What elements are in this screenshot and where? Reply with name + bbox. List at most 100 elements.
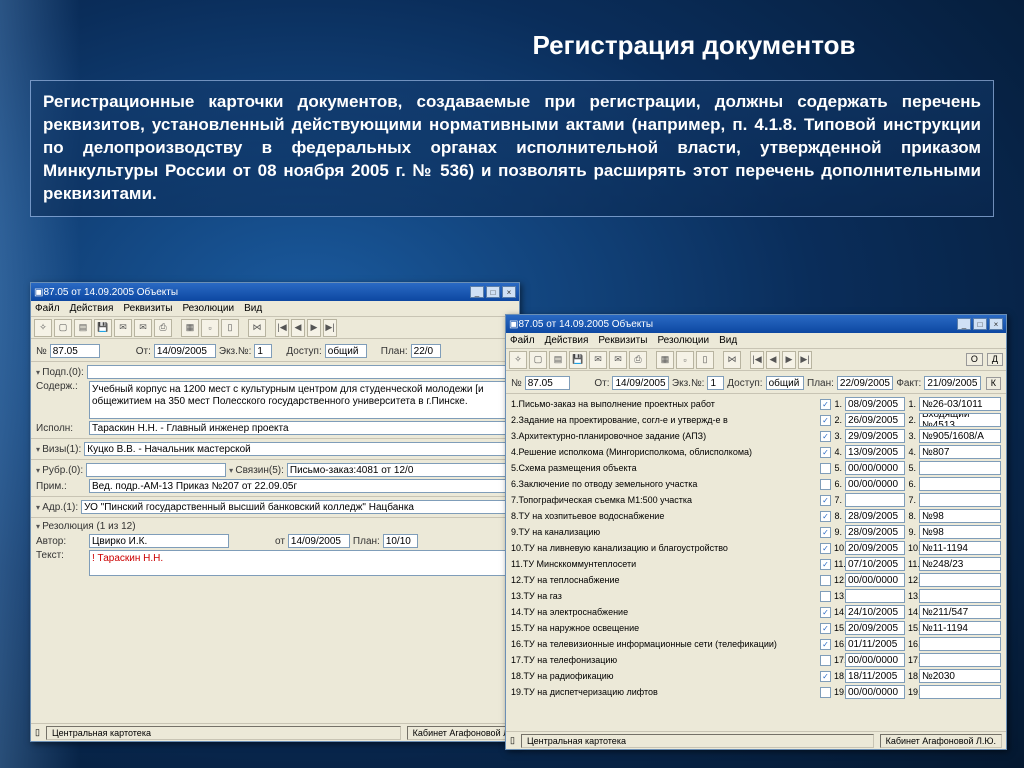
req-checkbox[interactable] <box>820 479 831 490</box>
req-checkbox[interactable] <box>820 591 831 602</box>
plan-input[interactable]: 22/0 <box>411 344 441 358</box>
tool-card-icon[interactable]: ▤ <box>549 351 567 369</box>
menu-view[interactable]: Вид <box>719 335 737 346</box>
tool-open-icon[interactable]: ▢ <box>54 319 72 337</box>
maximize-button[interactable]: □ <box>973 318 987 330</box>
menu-requisites[interactable]: Реквизиты <box>598 335 647 346</box>
req-date-input[interactable]: 18/11/2005 <box>845 669 905 683</box>
req-checkbox[interactable]: ✓ <box>820 511 831 522</box>
menu-actions[interactable]: Действия <box>545 335 589 346</box>
req-checkbox[interactable]: ✓ <box>820 559 831 570</box>
nav-last-icon[interactable]: ▶| <box>798 351 812 369</box>
access-input[interactable]: общий <box>325 344 367 358</box>
svyazin-label[interactable]: Связин(5): <box>229 465 284 476</box>
tool-open-icon[interactable]: ▢ <box>529 351 547 369</box>
ekz-input[interactable]: 1 <box>707 376 724 390</box>
rubr-label[interactable]: Рубр.(0): <box>36 465 83 476</box>
req-date-input[interactable]: 26/09/2005 <box>845 413 905 427</box>
req-ref-input[interactable] <box>919 493 1001 507</box>
req-ref-input[interactable] <box>919 477 1001 491</box>
req-date-input[interactable]: 24/10/2005 <box>845 605 905 619</box>
resplan-input[interactable]: 10/10 <box>383 534 418 548</box>
tool-attach-icon[interactable]: ▯ <box>221 319 239 337</box>
req-date-input[interactable] <box>845 589 905 603</box>
date-input[interactable]: 14/09/2005 <box>154 344 216 358</box>
req-checkbox[interactable]: ✓ <box>820 447 831 458</box>
req-date-input[interactable]: 20/09/2005 <box>845 541 905 555</box>
btn-k[interactable]: К <box>986 377 1001 390</box>
req-date-input[interactable]: 00/00/0000 <box>845 573 905 587</box>
tool-link-icon[interactable]: ⋈ <box>723 351 741 369</box>
req-date-input[interactable] <box>845 493 905 507</box>
tool-attach-icon[interactable]: ▯ <box>696 351 714 369</box>
req-ref-input[interactable]: №2030 <box>919 669 1001 683</box>
tool-view-icon[interactable]: ▫ <box>201 319 219 337</box>
tool-mail-icon[interactable]: ✉ <box>589 351 607 369</box>
tool-view-icon[interactable]: ▫ <box>676 351 694 369</box>
req-date-input[interactable]: 01/11/2005 <box>845 637 905 651</box>
fakt-input[interactable]: 21/09/2005 <box>924 376 980 390</box>
menu-resolutions[interactable]: Резолюции <box>657 335 709 346</box>
menu-view[interactable]: Вид <box>244 303 262 314</box>
req-ref-input[interactable] <box>919 573 1001 587</box>
req-date-input[interactable]: 08/09/2005 <box>845 397 905 411</box>
req-checkbox[interactable]: ✓ <box>820 543 831 554</box>
req-checkbox[interactable]: ✓ <box>820 671 831 682</box>
resdate-input[interactable]: 14/09/2005 <box>288 534 350 548</box>
tool-print-icon[interactable]: ⎙ <box>629 351 647 369</box>
svyazin-input[interactable]: Письмо-заказ:4081 от 12/0 <box>287 463 514 477</box>
nav-first-icon[interactable]: |◀ <box>275 319 289 337</box>
req-date-input[interactable]: 13/09/2005 <box>845 445 905 459</box>
req-ref-input[interactable]: №807 <box>919 445 1001 459</box>
nav-next-icon[interactable]: ▶ <box>307 319 321 337</box>
vizy-input[interactable]: Куцко В.В. - Начальник мастерской <box>84 442 514 456</box>
menu-resolutions[interactable]: Резолюции <box>182 303 234 314</box>
podp-input[interactable] <box>87 365 514 379</box>
nav-first-icon[interactable]: |◀ <box>750 351 764 369</box>
req-checkbox[interactable]: ✓ <box>820 399 831 410</box>
titlebar-2[interactable]: ▣ 87.05 от 14.09.2005 Объекты _ □ × <box>506 315 1006 333</box>
req-date-input[interactable]: 00/00/0000 <box>845 653 905 667</box>
tool-mail2-icon[interactable]: ✉ <box>609 351 627 369</box>
date-input[interactable]: 14/09/2005 <box>612 376 668 390</box>
tool-prop-icon[interactable]: ▦ <box>181 319 199 337</box>
tool-prop-icon[interactable]: ▦ <box>656 351 674 369</box>
req-date-input[interactable]: 20/09/2005 <box>845 621 905 635</box>
req-date-input[interactable]: 00/00/0000 <box>845 685 905 699</box>
req-ref-input[interactable] <box>919 653 1001 667</box>
nav-next-icon[interactable]: ▶ <box>782 351 796 369</box>
req-ref-input[interactable]: №11-1194 <box>919 541 1001 555</box>
rubr-input[interactable] <box>86 463 226 477</box>
tool-save-icon[interactable]: 💾 <box>569 351 587 369</box>
req-ref-input[interactable] <box>919 461 1001 475</box>
num-input[interactable]: 87.05 <box>50 344 100 358</box>
req-checkbox[interactable] <box>820 575 831 586</box>
close-button[interactable]: × <box>502 286 516 298</box>
menu-file[interactable]: Файл <box>35 303 60 314</box>
plan-input[interactable]: 22/09/2005 <box>837 376 893 390</box>
podp-label[interactable]: Подп.(0): <box>36 367 84 378</box>
menu-actions[interactable]: Действия <box>70 303 114 314</box>
titlebar-1[interactable]: ▣ 87.05 от 14.09.2005 Объекты _ □ × <box>31 283 519 301</box>
req-date-input[interactable]: 07/10/2005 <box>845 557 905 571</box>
tool-new-icon[interactable]: ✧ <box>34 319 52 337</box>
req-ref-input[interactable] <box>919 637 1001 651</box>
req-date-input[interactable]: 29/09/2005 <box>845 429 905 443</box>
req-date-input[interactable]: 00/00/0000 <box>845 461 905 475</box>
tool-save-icon[interactable]: 💾 <box>94 319 112 337</box>
ispoln-input[interactable]: Тараскин Н.Н. - Главный инженер проекта <box>89 421 514 435</box>
btn-d[interactable]: Д <box>987 353 1003 366</box>
req-ref-input[interactable]: №248/23 <box>919 557 1001 571</box>
req-checkbox[interactable]: ✓ <box>820 431 831 442</box>
req-ref-input[interactable]: №98 <box>919 509 1001 523</box>
req-ref-input[interactable] <box>919 685 1001 699</box>
req-checkbox[interactable] <box>820 463 831 474</box>
maximize-button[interactable]: □ <box>486 286 500 298</box>
prim-input[interactable]: Вед. подр.-АМ-13 Приказ №207 от 22.09.05… <box>89 479 514 493</box>
btn-o[interactable]: О <box>966 353 983 366</box>
req-ref-input[interactable]: №905/1608/А <box>919 429 1001 443</box>
access-input[interactable]: общий <box>766 376 804 390</box>
tool-mail2-icon[interactable]: ✉ <box>134 319 152 337</box>
req-checkbox[interactable]: ✓ <box>820 495 831 506</box>
nav-prev-icon[interactable]: ◀ <box>291 319 305 337</box>
